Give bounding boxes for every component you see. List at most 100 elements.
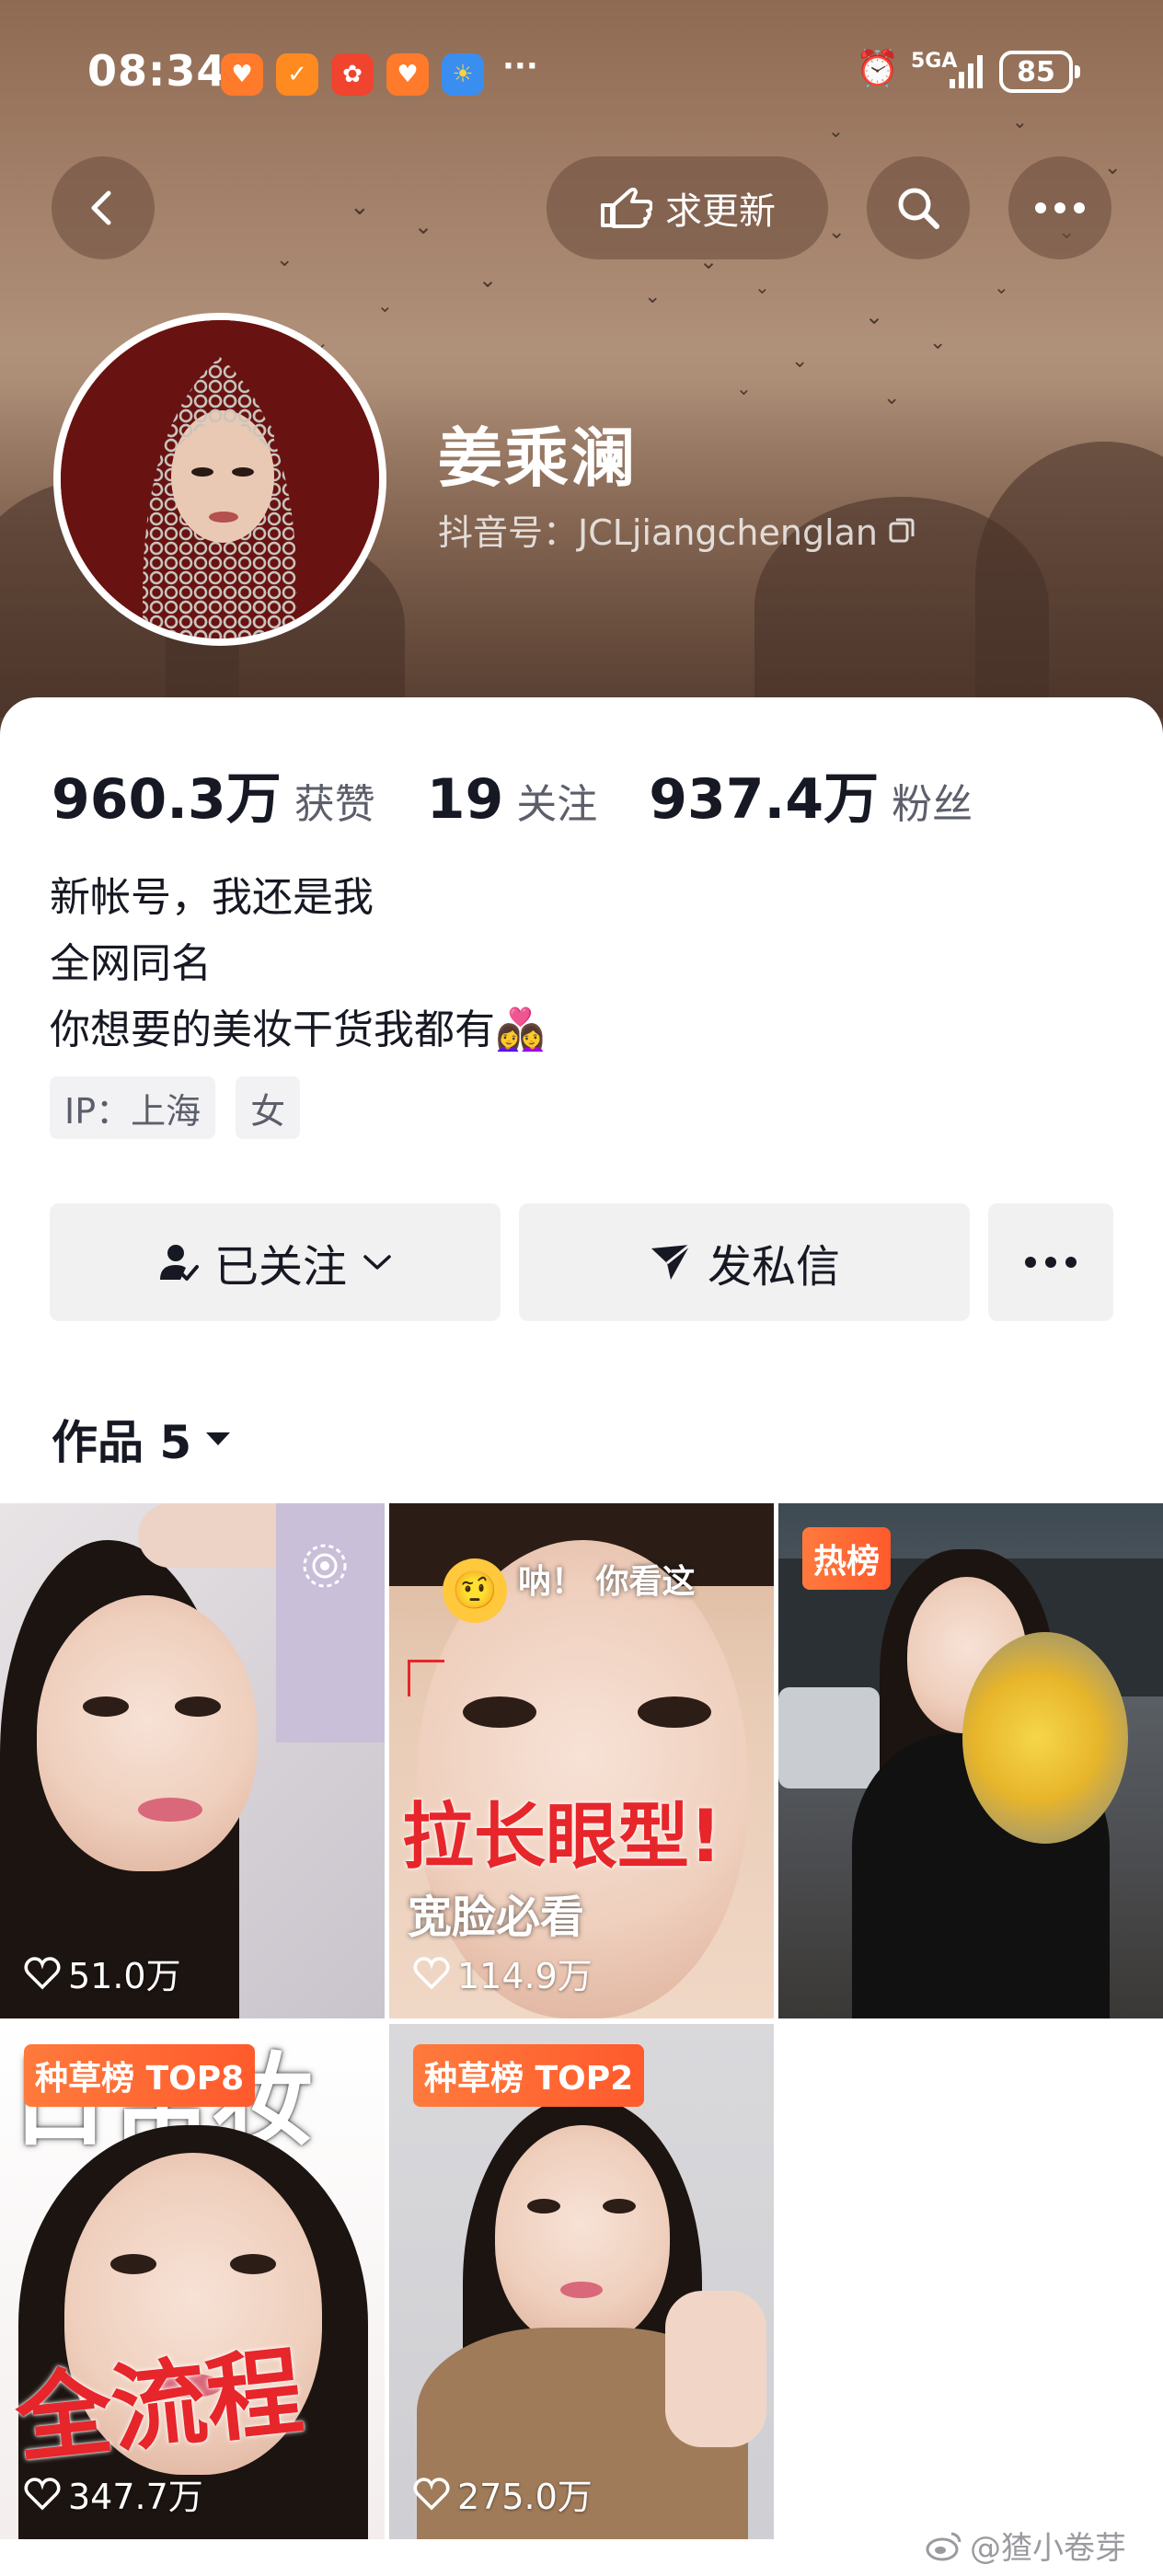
weather-icon: ☀ xyxy=(442,53,484,96)
profile-bio: 新帐号，我还是我 全网同名 你想要的美妆干货我都有👩‍❤️‍👩 xyxy=(50,865,546,1064)
ranking-badge: 种草榜 TOP8 xyxy=(24,2044,256,2107)
video-likes-count: 275.0万 xyxy=(457,2477,593,2517)
user-check-icon xyxy=(159,1245,199,1281)
trending-badge: 热榜 xyxy=(802,1527,892,1590)
bird-decoration: ⌄ xyxy=(276,248,294,271)
bird-decoration: ⌄ xyxy=(736,377,752,399)
bird-decoration: ⌄ xyxy=(644,285,662,308)
video-thumbnail[interactable]: 日常妆 全流程 种草榜 TOP8 347.7万 xyxy=(0,2024,385,2539)
bird-decoration: ⌄ xyxy=(1104,156,1122,179)
followed-button[interactable]: 已关注 xyxy=(50,1203,501,1321)
bio-line: 全网同名 xyxy=(50,940,212,987)
weibo-watermark: @猹小卷芽 xyxy=(926,2523,1126,2568)
send-message-button[interactable]: 发私信 xyxy=(519,1203,970,1321)
video-likes-count: 114.9万 xyxy=(457,1956,593,1996)
thumbnail-eye xyxy=(230,2254,276,2274)
profile-stats: 960.3万 获赞 19 关注 937.4万 粉丝 xyxy=(52,754,1024,834)
bio-line: 你想要的美妆干货我都有👩‍❤️‍👩 xyxy=(50,1006,546,1053)
more-dots-icon xyxy=(1035,202,1085,213)
bird-decoration: ⌄ xyxy=(994,276,1009,298)
followed-label: 已关注 xyxy=(213,1241,347,1293)
thumbnail-eye xyxy=(638,1696,711,1728)
signal-icon xyxy=(950,55,983,88)
thumbnail-lips xyxy=(138,1798,202,1822)
heart-icon xyxy=(413,2477,450,2510)
bio-line: 新帐号，我还是我 xyxy=(50,874,374,921)
video-likes: 51.0万 xyxy=(24,1948,181,1998)
search-icon xyxy=(898,188,939,229)
send-icon xyxy=(651,1243,691,1280)
notification-app-icon: ♥ xyxy=(221,53,263,96)
video-text-top: 呐！ 你看这 xyxy=(518,1563,696,1601)
send-message-label: 发私信 xyxy=(707,1241,840,1293)
video-thumbnail[interactable]: 种草榜 TOP2 275.0万 xyxy=(389,2024,774,2539)
profile-tags: IP：上海 女 xyxy=(50,1076,301,1139)
bird-decoration: ⌄ xyxy=(754,276,770,298)
battery-indicator: 85 xyxy=(999,51,1080,93)
likes-count: 960.3万 xyxy=(52,767,282,832)
video-thumbnail[interactable]: 51.0万 xyxy=(0,1503,385,2018)
chevron-down-icon xyxy=(363,1255,391,1270)
bird-decoration: ⌄ xyxy=(414,213,433,239)
notification-app-icon: ✿ xyxy=(331,53,374,96)
heart-icon xyxy=(413,1956,450,1989)
hand-pointer-icon xyxy=(601,187,652,228)
search-button[interactable] xyxy=(867,156,970,259)
video-likes: 347.7万 xyxy=(24,2468,203,2519)
watermark-text: @猹小卷芽 xyxy=(970,2530,1126,2567)
thinking-emoji: 🤨 xyxy=(443,1558,507,1623)
notification-app-icon: ♥ xyxy=(386,53,429,96)
more-dots-icon xyxy=(1025,1257,1077,1268)
more-notifications-icon: ··· xyxy=(502,48,538,85)
pinned-icon xyxy=(303,1544,347,1588)
video-likes: 114.9万 xyxy=(413,1948,593,1998)
gender-tag: 女 xyxy=(236,1076,301,1139)
back-button[interactable] xyxy=(52,156,155,259)
profile-actions: 已关注 发私信 xyxy=(50,1203,1113,1321)
copy-icon[interactable] xyxy=(887,515,916,545)
bird-decoration: ⌄ xyxy=(377,294,393,316)
tab-works[interactable]: 作品 5 xyxy=(52,1406,232,1472)
notification-app-icon: ✓ xyxy=(276,53,318,96)
weibo-icon xyxy=(926,2532,961,2560)
bird-decoration: ⌄ xyxy=(791,350,809,373)
thumbnail-eye xyxy=(603,2199,636,2214)
request-update-label: 求更新 xyxy=(665,190,776,233)
douyin-id-text: 抖音号：JCLjiangchenglan xyxy=(438,512,879,553)
video-likes-count: 347.7万 xyxy=(68,2477,203,2517)
thumbnail-eye xyxy=(83,1696,129,1717)
ranking-badge: 种草榜 TOP2 xyxy=(413,2044,645,2107)
thumbnail-face xyxy=(495,2125,670,2346)
avatar[interactable] xyxy=(53,313,386,646)
thumbnail-eye xyxy=(527,2199,560,2214)
bird-decoration: ⌄ xyxy=(828,221,846,244)
works-tab-label: 作品 5 xyxy=(52,1416,192,1469)
request-update-button[interactable]: 求更新 xyxy=(547,156,828,259)
avatar-portrait xyxy=(61,320,379,638)
followers-label[interactable]: 粉丝 xyxy=(892,771,973,830)
thumbnail-eye xyxy=(175,1696,221,1717)
following-label[interactable]: 关注 xyxy=(516,771,597,830)
alarm-icon: ⏰ xyxy=(856,48,900,88)
ip-location-tag: IP：上海 xyxy=(50,1076,216,1139)
video-text-sub: 宽脸必看 xyxy=(408,1892,585,1943)
video-thumbnail[interactable]: 🤨 呐！ 你看这 拉长眼型! 宽脸必看 114.9万 xyxy=(389,1503,774,2018)
more-options-button[interactable] xyxy=(1008,156,1111,259)
thumbnail-van xyxy=(778,1687,880,1788)
heart-icon xyxy=(24,2477,61,2510)
durian xyxy=(962,1632,1128,1844)
followers-count[interactable]: 937.4万 xyxy=(649,754,879,834)
douyin-id[interactable]: 抖音号：JCLjiangchenglan xyxy=(438,504,916,555)
thumbnail-eye xyxy=(463,1696,536,1728)
profile-name: 姜乘澜 xyxy=(438,420,637,496)
bird-decoration: ⌄ xyxy=(350,193,370,221)
more-actions-button[interactable] xyxy=(988,1203,1113,1321)
thumbnail-face xyxy=(37,1595,258,1871)
bird-decoration: ⌄ xyxy=(929,331,947,354)
chevron-left-icon xyxy=(91,190,111,225)
following-count[interactable]: 19 xyxy=(427,767,504,832)
video-likes: 275.0万 xyxy=(413,2468,593,2519)
bird-decoration: ⌄ xyxy=(865,304,884,329)
likes-label: 获赞 xyxy=(294,781,375,828)
video-thumbnail[interactable]: 热榜 xyxy=(778,1503,1163,2018)
